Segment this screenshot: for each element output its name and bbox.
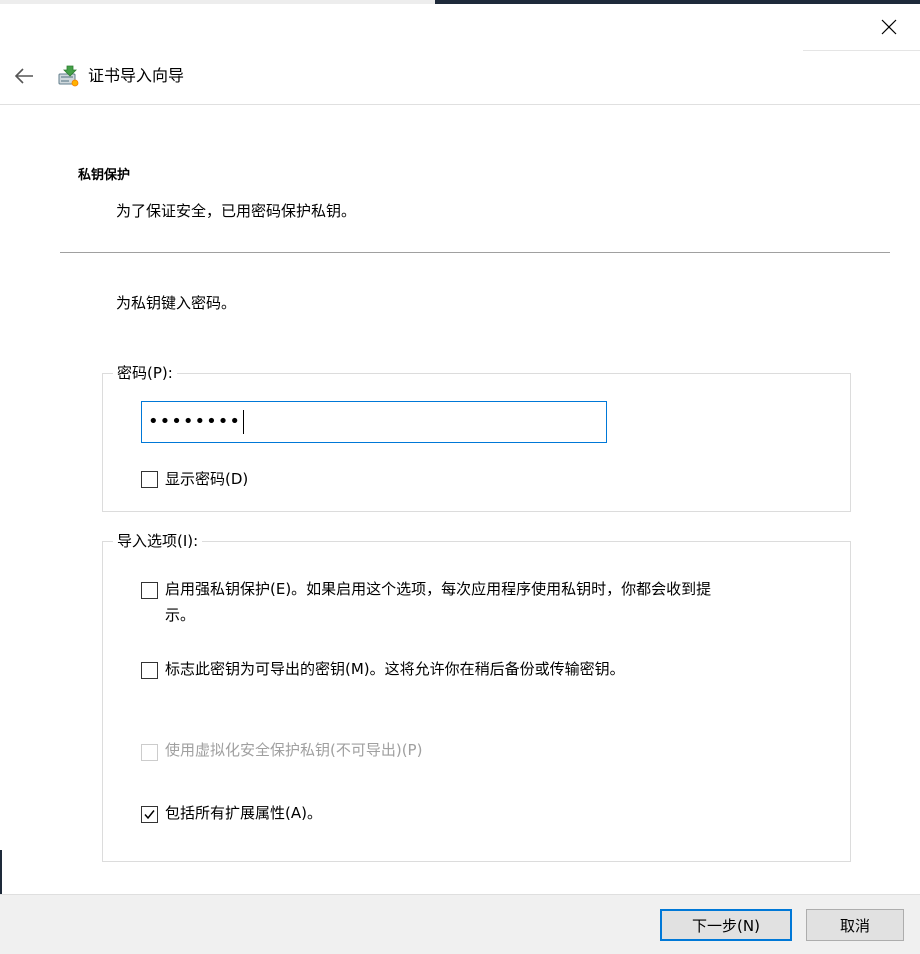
strong-key-protection-label-line2[interactable]: 示。 bbox=[165, 603, 195, 627]
strong-key-protection-label[interactable]: 启用强私钥保护(E)。如果启用这个选项，每次应用程序使用私钥时，你都会收到提 bbox=[165, 577, 711, 601]
cancel-button[interactable]: 取消 bbox=[806, 909, 904, 941]
section-title: 私钥保护 bbox=[78, 168, 131, 183]
back-arrow-icon bbox=[14, 68, 33, 84]
password-prompt: 为私钥键入密码。 bbox=[116, 294, 237, 312]
wizard-header: 证书导入向导 bbox=[0, 52, 920, 105]
virtualization-security-checkbox bbox=[141, 744, 158, 761]
import-options-legend: 导入选项(I): bbox=[113, 530, 203, 552]
extended-properties-label[interactable]: 包括所有扩展属性(A)。 bbox=[165, 801, 322, 825]
title-separator bbox=[803, 50, 920, 51]
certificate-import-wizard-window: 证书导入向导 私钥保护 为了保证安全，已用密码保护私钥。 为私钥键入密码。 密码… bbox=[0, 0, 920, 954]
wizard-footer: 下一步(N) 取消 bbox=[0, 894, 920, 954]
background-strip bbox=[0, 0, 435, 4]
wizard-title: 证书导入向导 bbox=[88, 66, 185, 85]
background-strip-dark bbox=[435, 0, 920, 4]
exportable-key-checkbox[interactable] bbox=[141, 662, 158, 679]
section-divider bbox=[60, 252, 890, 253]
virtualization-security-label: 使用虚拟化安全保护私钥(不可导出)(P) bbox=[165, 741, 423, 759]
checkmark-icon bbox=[144, 810, 155, 820]
certificate-wizard-icon bbox=[58, 65, 79, 87]
close-button[interactable] bbox=[858, 4, 920, 50]
exportable-key-label[interactable]: 标志此密钥为可导出的密钥(M)。这将允许你在稍后备份或传输密钥。 bbox=[165, 657, 625, 681]
password-input[interactable]: •••••••• bbox=[141, 401, 607, 443]
next-button[interactable]: 下一步(N) bbox=[660, 909, 792, 941]
text-caret bbox=[242, 410, 244, 434]
password-value: •••••••• bbox=[148, 411, 241, 432]
show-password-label[interactable]: 显示密码(D) bbox=[165, 467, 248, 491]
password-group-legend: 密码(P): bbox=[113, 362, 177, 384]
close-icon bbox=[881, 19, 897, 35]
show-password-checkbox[interactable] bbox=[141, 471, 158, 488]
section-subtitle: 为了保证安全，已用密码保护私钥。 bbox=[116, 202, 357, 220]
extended-properties-checkbox[interactable] bbox=[141, 806, 158, 823]
strong-key-protection-checkbox[interactable] bbox=[141, 582, 158, 599]
back-button[interactable] bbox=[10, 62, 38, 90]
